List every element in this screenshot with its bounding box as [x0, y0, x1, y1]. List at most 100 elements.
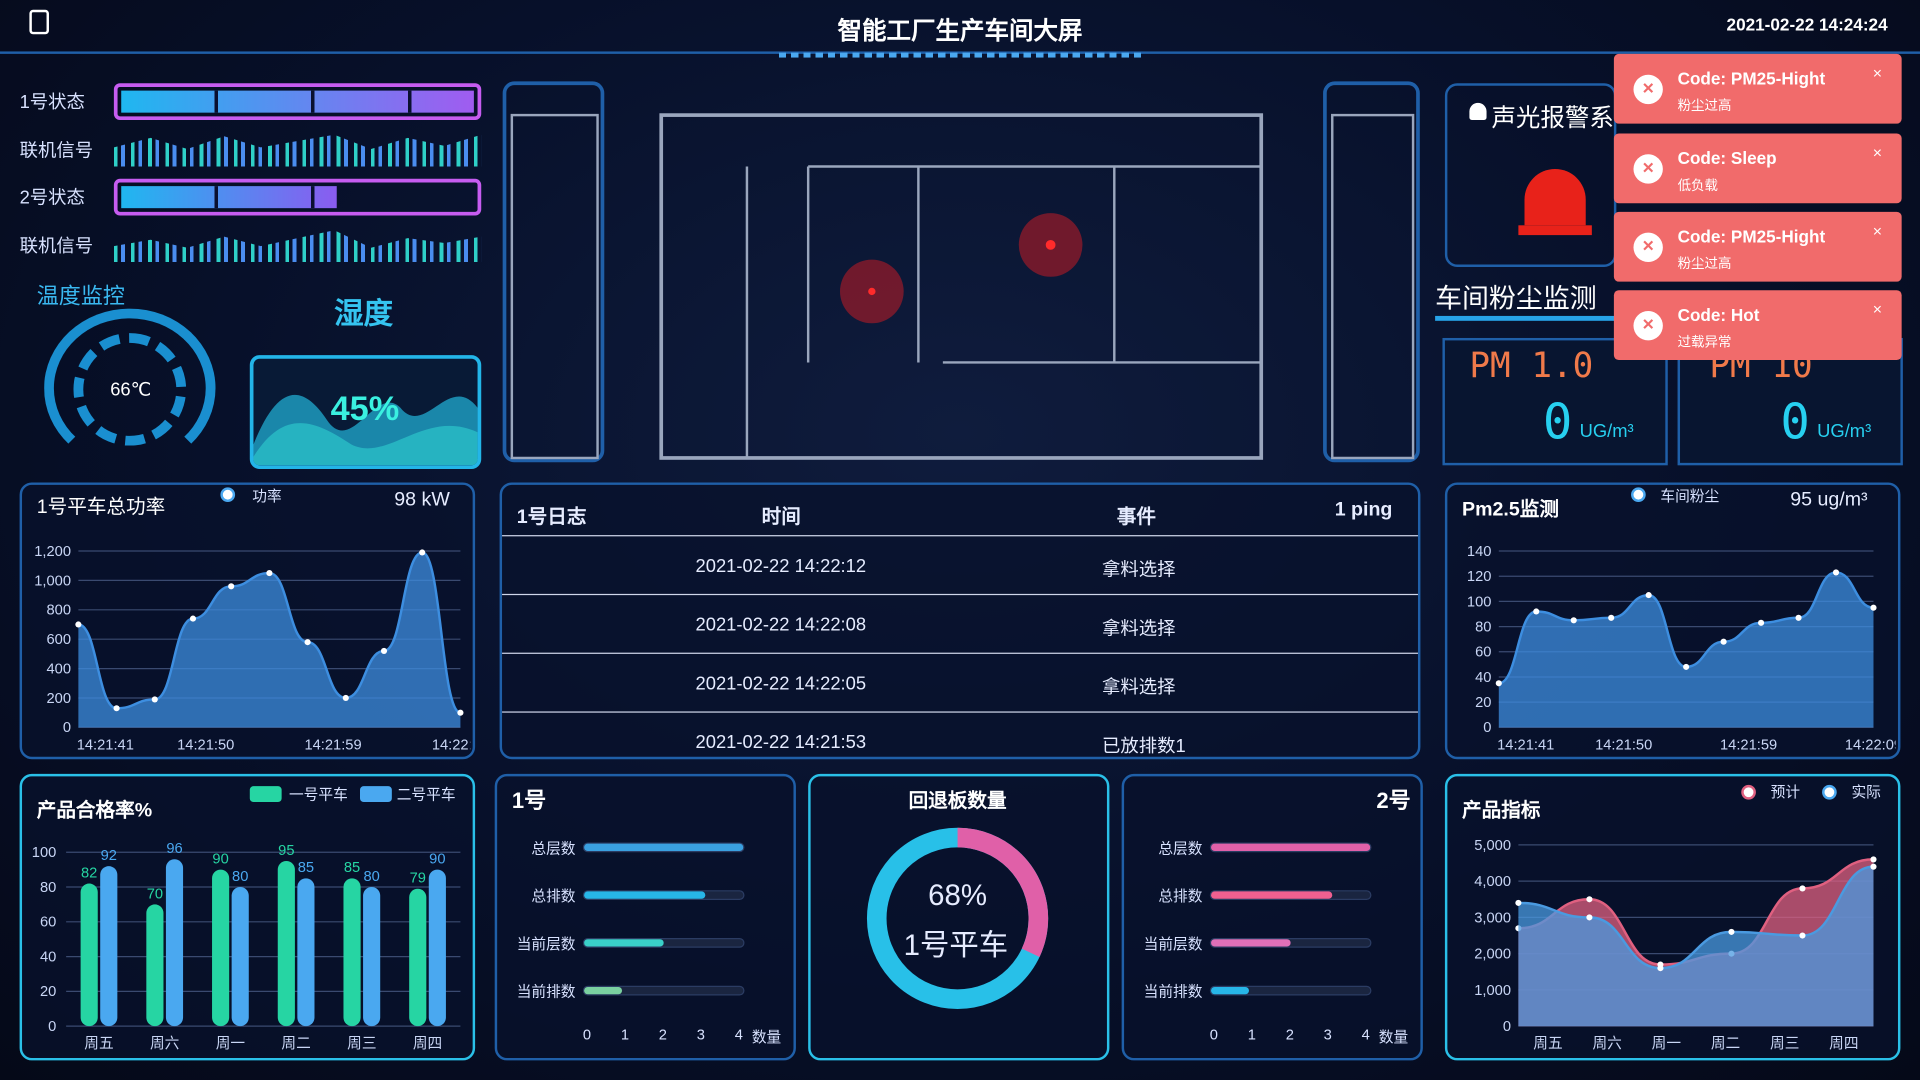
pm10-value: 0	[1542, 394, 1573, 451]
table-row: 2021-02-22 14:22:05 拿料选择	[502, 654, 1418, 713]
bar	[212, 869, 230, 1027]
y-tick-label: 100	[32, 845, 57, 861]
car1-status-bar	[113, 83, 482, 121]
data-point	[151, 696, 158, 703]
car2-status-bar	[113, 178, 482, 216]
bar	[231, 887, 249, 1027]
cell-event: 拿料选择	[1102, 618, 1176, 640]
data-point	[1799, 932, 1806, 939]
page-title: 智能工厂生产车间大屏	[837, 18, 1083, 46]
series-area	[78, 552, 461, 728]
bar-label: 总排数	[531, 887, 576, 905]
close-icon[interactable]: ×	[1873, 143, 1882, 161]
legend-dot	[220, 487, 236, 503]
car2-panel	[1121, 773, 1423, 1061]
error-icon: ×	[1633, 154, 1663, 184]
dashboard: 智能工厂生产车间大屏 2021-02-22 14:24:24 1号状态 联机信号…	[0, 0, 1920, 1080]
bar-track	[582, 890, 745, 901]
qualified-chart: 0204060801008292周五7096周六9080周一9585周二8580…	[32, 841, 461, 1052]
x-tick-label: 1	[1247, 1026, 1256, 1044]
close-icon[interactable]: ×	[1873, 64, 1882, 82]
close-icon[interactable]: ×	[1873, 300, 1882, 318]
data-label: 85	[298, 860, 314, 876]
toast-message: 过载异常	[1677, 335, 1732, 351]
data-point	[1728, 928, 1735, 935]
pm100-value: 0	[1780, 394, 1810, 451]
data-point	[1832, 569, 1840, 576]
toast-notification[interactable]: × Code: Sleep 低负载 ×	[1613, 133, 1902, 204]
bar-label: 当前层数	[516, 935, 576, 953]
table-row: 2021-02-22 14:22:12 拿料选择	[502, 536, 1418, 596]
error-icon: ×	[1633, 74, 1663, 105]
x-tick-label: 周五	[84, 1035, 113, 1052]
data-point	[457, 709, 464, 716]
data-point	[228, 583, 235, 590]
y-tick-label: 140	[1467, 544, 1492, 560]
floor-plan	[502, 81, 1420, 465]
data-label: 92	[101, 848, 117, 864]
bar	[277, 860, 295, 1027]
pm100-unit: UG/m³	[1817, 421, 1872, 443]
bar-label: 当前排数	[1143, 983, 1203, 1001]
y-tick-label: 20	[1475, 695, 1491, 711]
signal1-label: 联机信号	[19, 140, 94, 162]
bar-track	[582, 842, 745, 853]
data-label: 80	[363, 869, 379, 885]
toast-notification[interactable]: × Code: Hot 过载异常 ×	[1613, 290, 1902, 361]
x-tick-label: 2	[1285, 1026, 1294, 1044]
bar	[428, 869, 446, 1027]
cell-event: 拿料选择	[1102, 677, 1176, 698]
qualified-title: 产品合格率%	[36, 800, 153, 822]
clipboard-icon[interactable]	[29, 9, 49, 35]
toast-message: 低负载	[1677, 178, 1718, 194]
x-tick-label: 14:21:41	[1497, 737, 1554, 753]
toast-code: Code: PM25-Hight	[1677, 68, 1826, 89]
error-icon: ×	[1633, 311, 1663, 341]
close-icon[interactable]: ×	[1873, 222, 1882, 240]
x-tick-label: 3	[1323, 1026, 1332, 1044]
y-tick-label: 80	[1475, 619, 1491, 635]
bar-track	[1209, 890, 1372, 901]
legend-label: 一号平车	[288, 786, 348, 804]
bar-track	[1209, 985, 1372, 996]
bar-fill	[584, 891, 706, 899]
pm25-title: Pm2.5监测	[1462, 499, 1559, 521]
data-point	[1608, 614, 1615, 621]
legend-dot	[1741, 784, 1756, 800]
legend-swatch	[360, 786, 392, 803]
y-tick-label: 40	[1475, 670, 1491, 686]
y-tick-label: 400	[47, 661, 72, 677]
x-tick-label: 周五	[1533, 1035, 1562, 1052]
axis-unit: 数量	[1378, 1028, 1409, 1046]
legend-dot	[1631, 487, 1646, 503]
x-tick-label: 0	[582, 1026, 592, 1044]
car1-panel	[494, 773, 796, 1061]
data-point	[1683, 663, 1690, 670]
y-tick-label: 0	[1483, 720, 1491, 736]
toast-message: 粉尘过高	[1677, 257, 1732, 272]
data-label: 82	[81, 865, 97, 881]
power-chart: 0 200 400 600 800 1,000 1,200 14:21:41 14:21:50 1…	[34, 544, 470, 753]
error-icon: ×	[1633, 232, 1663, 263]
data-point	[1720, 638, 1727, 645]
data-label: 79	[410, 871, 426, 887]
x-tick-label: 周一	[1652, 1035, 1682, 1052]
x-tick-label: 周三	[1770, 1035, 1799, 1052]
bar-track	[582, 937, 745, 948]
col-event: 事件	[1116, 506, 1156, 528]
bar-fill	[1211, 891, 1333, 899]
car1-status-label: 1号状态	[19, 91, 85, 113]
temperature-title: 温度监控	[36, 284, 125, 309]
x-tick-label: 14:21:41	[77, 737, 134, 753]
signal2-wave	[113, 230, 482, 263]
x-tick-label: 周一	[216, 1035, 246, 1052]
bar	[165, 859, 184, 1027]
toast-notification[interactable]: × Code: PM25-Hight 粉尘过高 ×	[1613, 53, 1902, 124]
y-tick-label: 800	[47, 603, 72, 619]
bar-fill	[1211, 986, 1249, 995]
y-tick-label: 80	[40, 880, 56, 896]
toast-notification[interactable]: × Code: PM25-Hight 粉尘过高 ×	[1613, 211, 1902, 282]
bar	[80, 883, 98, 1027]
data-label: 85	[344, 860, 360, 876]
y-tick-label: 40	[40, 949, 56, 965]
